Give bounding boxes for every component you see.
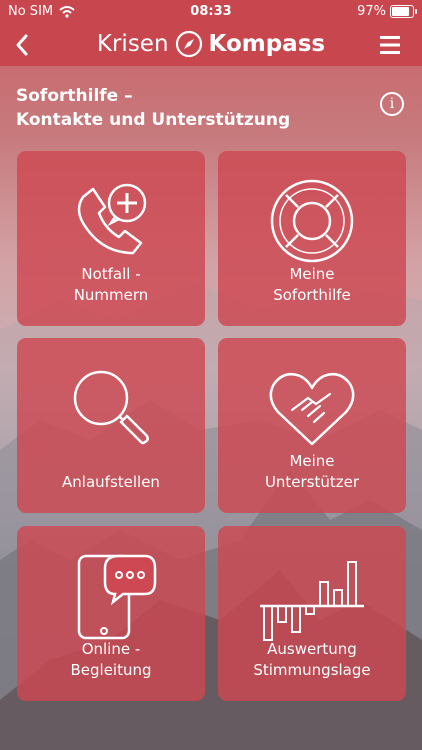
lifebuoy-icon [270,179,354,263]
menu-icon[interactable] [380,34,400,56]
brand-word-krisen: Krisen [96,31,169,57]
tile-meine-unterstuetzer[interactable]: Meine Unterstützer [218,338,406,513]
tile-label-line1: Anlaufstellen [62,473,160,491]
tile-label-line1: Meine [289,452,335,470]
phone-plus-icon [77,183,147,255]
tablet-chat-icon [77,554,157,640]
heart-handshake-icon [269,373,355,446]
tile-online-begleitung[interactable]: Online - Begleitung [17,526,205,701]
tile-label-line2: Soforthilfe [273,286,351,304]
page-title: Soforthilfe – Kontakte und Unterstützung [16,84,290,132]
bar-chart-icon [260,561,364,641]
page-header: Soforthilfe – Kontakte und Unterstützung… [0,66,422,136]
tile-meine-soforthilfe[interactable]: Meine Soforthilfe [218,151,406,326]
brand-word-kompass: Kompass [208,31,326,57]
tile-label-line1: Notfall - [81,265,141,283]
status-bar: No SIM 08:33 97% [0,0,422,24]
page-title-line2: Kontakte und Unterstützung [16,110,291,130]
magnifier-icon [73,370,149,445]
tile-auswertung-stimmungslage[interactable]: Auswertung Stimmungslage [218,526,406,701]
tile-label-line1: Meine [289,265,335,283]
info-icon[interactable]: i [380,92,404,116]
tile-label-line2: Unterstützer [264,473,360,491]
tile-label-line1: Auswertung [267,640,357,658]
tile-label-line2: Begleitung [70,661,152,679]
tile-label-line2: Nummern [73,286,149,304]
tile-notfall-nummern[interactable]: Notfall - Nummern [17,151,205,326]
battery-percent: 97% [357,4,386,19]
tile-anlaufstellen[interactable]: Anlaufstellen [17,338,205,513]
navigation-bar: Krisen Kompass [0,24,422,66]
battery-icon [390,5,417,18]
tile-label-line1: Online - [81,640,141,658]
app-logo: Krisen Kompass [0,30,422,58]
compass-icon [175,30,202,58]
tile-label-line2: Stimmungslage [253,661,371,679]
page-title-line1: Soforthilfe – [16,86,133,106]
